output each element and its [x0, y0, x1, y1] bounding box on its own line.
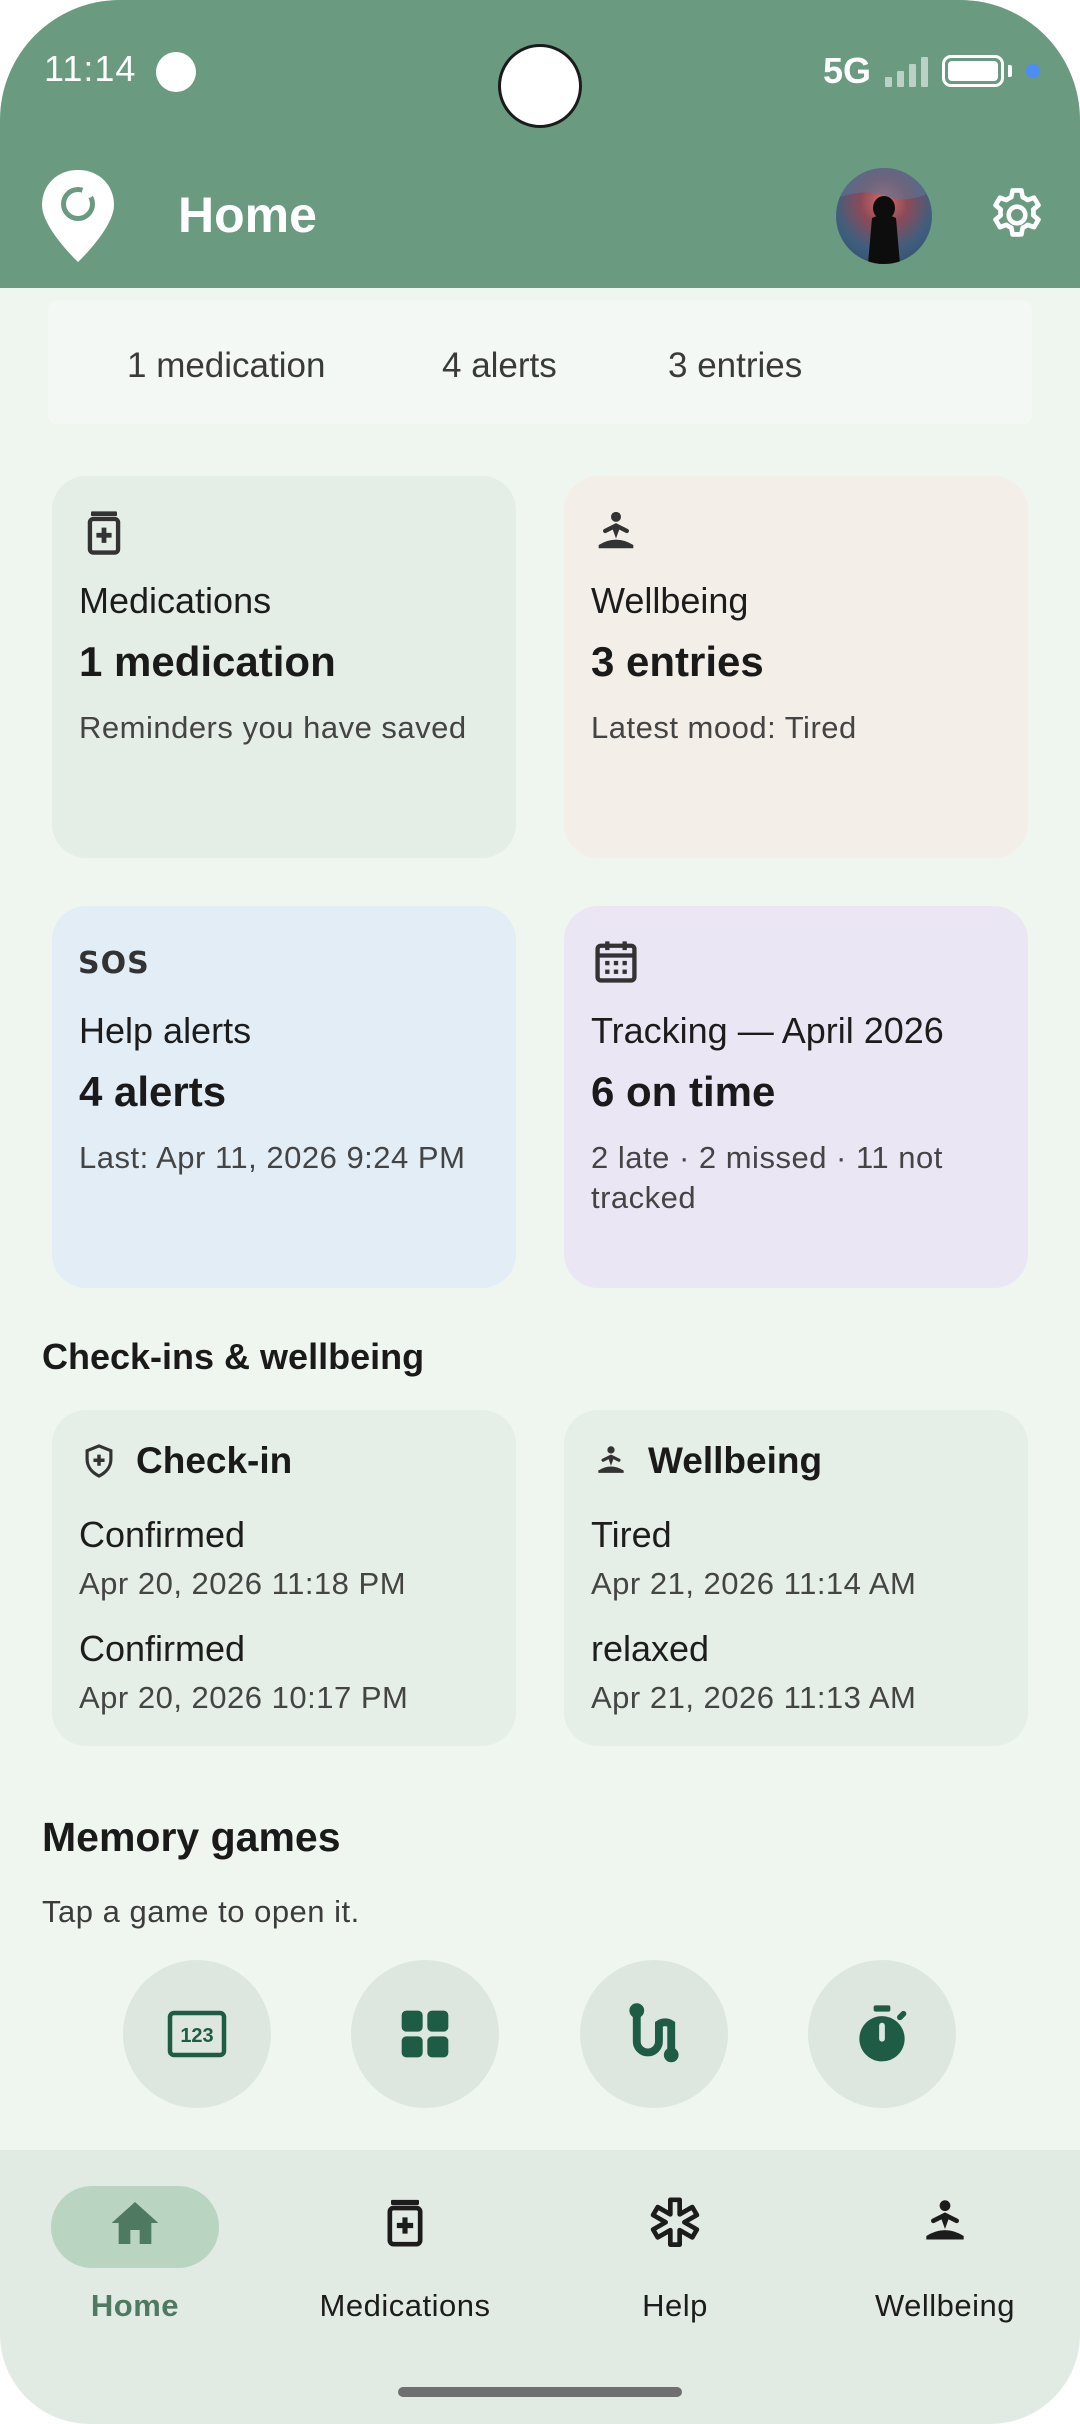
nav-label-medications: Medications: [319, 2288, 491, 2323]
phone-screen: 11:14 5G Home 1 medication 4 alerts 3 en…: [0, 0, 1080, 2424]
checkin-item-time: Apr 20, 2026 10:17 PM: [79, 1680, 409, 1715]
svg-text:123: 123: [180, 2025, 213, 2047]
wellbeing-card-label: Wellbeing: [591, 580, 749, 621]
wellbeing-summary-header: Wellbeing: [592, 1440, 822, 1482]
path-game-button[interactable]: [580, 1960, 728, 2108]
signal-icon: [885, 55, 928, 87]
wellbeing-item-mood: relaxed: [591, 1628, 710, 1669]
summary-alerts[interactable]: 4 alerts: [442, 336, 557, 396]
status-icons: 5G: [823, 50, 1040, 92]
medications-card[interactable]: Medications 1 medication Reminders you h…: [52, 476, 516, 858]
wellbeing-summary-card[interactable]: Wellbeing Tired Apr 21, 2026 11:14 AM re…: [564, 1410, 1028, 1746]
checkin-card-header: Check-in: [80, 1440, 292, 1482]
location-logo-icon[interactable]: [40, 168, 116, 264]
help-alerts-card-value: 4 alerts: [79, 1068, 227, 1115]
checkin-card[interactable]: Check-in Confirmed Apr 20, 2026 11:18 PM…: [52, 1410, 516, 1746]
nav-item-wellbeing[interactable]: Wellbeing: [810, 2150, 1080, 2330]
summary-entries[interactable]: 3 entries: [668, 336, 802, 396]
wellbeing-card[interactable]: Wellbeing 3 entries Latest mood: Tired: [564, 476, 1028, 858]
checkin-item-status: Confirmed: [79, 1514, 246, 1555]
shield-plus-icon: [85, 1444, 113, 1478]
wellbeing-item-time: Apr 21, 2026 11:14 AM: [591, 1566, 917, 1601]
battery-icon: [942, 55, 1004, 87]
camera-cutout: [498, 44, 582, 128]
bottom-navigation: Home Medications Help Wellbeing: [0, 2150, 1080, 2424]
summary-medications[interactable]: 1 medication: [127, 336, 325, 396]
sos-icon: SOS: [78, 946, 150, 981]
nav-item-home[interactable]: Home: [0, 2150, 270, 2330]
nav-item-help[interactable]: Help: [540, 2150, 810, 2330]
help-alerts-card-sub: Last: Apr 11, 2026 9:24 PM: [79, 1140, 466, 1175]
meditation-icon: [926, 2200, 964, 2240]
home-icon: [111, 2202, 159, 2244]
tracking-card-sub: 2 late · 2 missed · 11 not tracked: [591, 1140, 943, 1215]
checkin-item-time: Apr 20, 2026 11:18 PM: [79, 1566, 407, 1601]
medications-card-label: Medications: [79, 580, 272, 621]
tracking-card-value: 6 on time: [591, 1068, 776, 1115]
settings-gear-icon[interactable]: [986, 184, 1048, 246]
checkin-card-title: Check-in: [136, 1440, 293, 1481]
tracking-card-label: Tracking — April 2026: [591, 1010, 944, 1051]
medication-bottle-icon: [87, 511, 121, 555]
nav-item-medications[interactable]: Medications: [270, 2150, 540, 2330]
notification-dot-icon: [156, 52, 196, 92]
stopwatch-icon: [859, 2005, 907, 2062]
grid-tiles-icon: [401, 2010, 449, 2058]
wellbeing-item-time: Apr 21, 2026 11:13 AM: [591, 1680, 917, 1715]
nav-label-wellbeing: Wellbeing: [874, 2288, 1016, 2323]
help-alerts-card-label: Help alerts: [79, 1010, 252, 1051]
medication-bottle-icon: [387, 2199, 423, 2247]
app-header: 11:14 5G Home: [0, 0, 1080, 288]
privacy-dot-icon: [1026, 64, 1040, 78]
calendar-icon: [595, 941, 637, 983]
nav-label-help: Help: [642, 2288, 708, 2323]
medical-star-icon: [650, 2197, 700, 2247]
nav-label-home: Home: [90, 2288, 180, 2323]
timer-game-button[interactable]: [808, 1960, 956, 2108]
pattern-game-button[interactable]: [351, 1960, 499, 2108]
battery-tip: [1008, 65, 1012, 77]
memory-games-note: Tap a game to open it.: [42, 1894, 360, 1929]
medications-card-value: 1 medication: [79, 638, 336, 685]
wellbeing-card-sub: Latest mood: Tired: [591, 710, 857, 745]
avatar[interactable]: [836, 168, 932, 264]
route-path-icon: [629, 2003, 679, 2063]
page-title: Home: [178, 187, 317, 243]
tracking-card[interactable]: Tracking — April 2026 6 on time 2 late ·…: [564, 906, 1028, 1288]
meditation-icon: [598, 511, 634, 549]
gesture-home-indicator[interactable]: [398, 2387, 682, 2397]
meditation-icon: [598, 1446, 624, 1473]
help-alerts-card[interactable]: SOS Help alerts 4 alerts Last: Apr 11, 2…: [52, 906, 516, 1288]
wellbeing-summary-title: Wellbeing: [648, 1440, 823, 1481]
number-game-button[interactable]: 123: [123, 1960, 271, 2108]
medications-card-sub: Reminders you have saved: [79, 710, 467, 745]
checkin-item-status: Confirmed: [79, 1628, 246, 1669]
number-123-icon: 123: [167, 2010, 227, 2058]
checkins-section-title: Check-ins & wellbeing: [42, 1336, 425, 1377]
memory-games-title: Memory games: [42, 1814, 341, 1860]
wellbeing-card-value: 3 entries: [591, 638, 764, 685]
status-time: 11:14: [44, 48, 137, 89]
wellbeing-item-mood: Tired: [591, 1514, 672, 1555]
network-label: 5G: [822, 50, 871, 91]
